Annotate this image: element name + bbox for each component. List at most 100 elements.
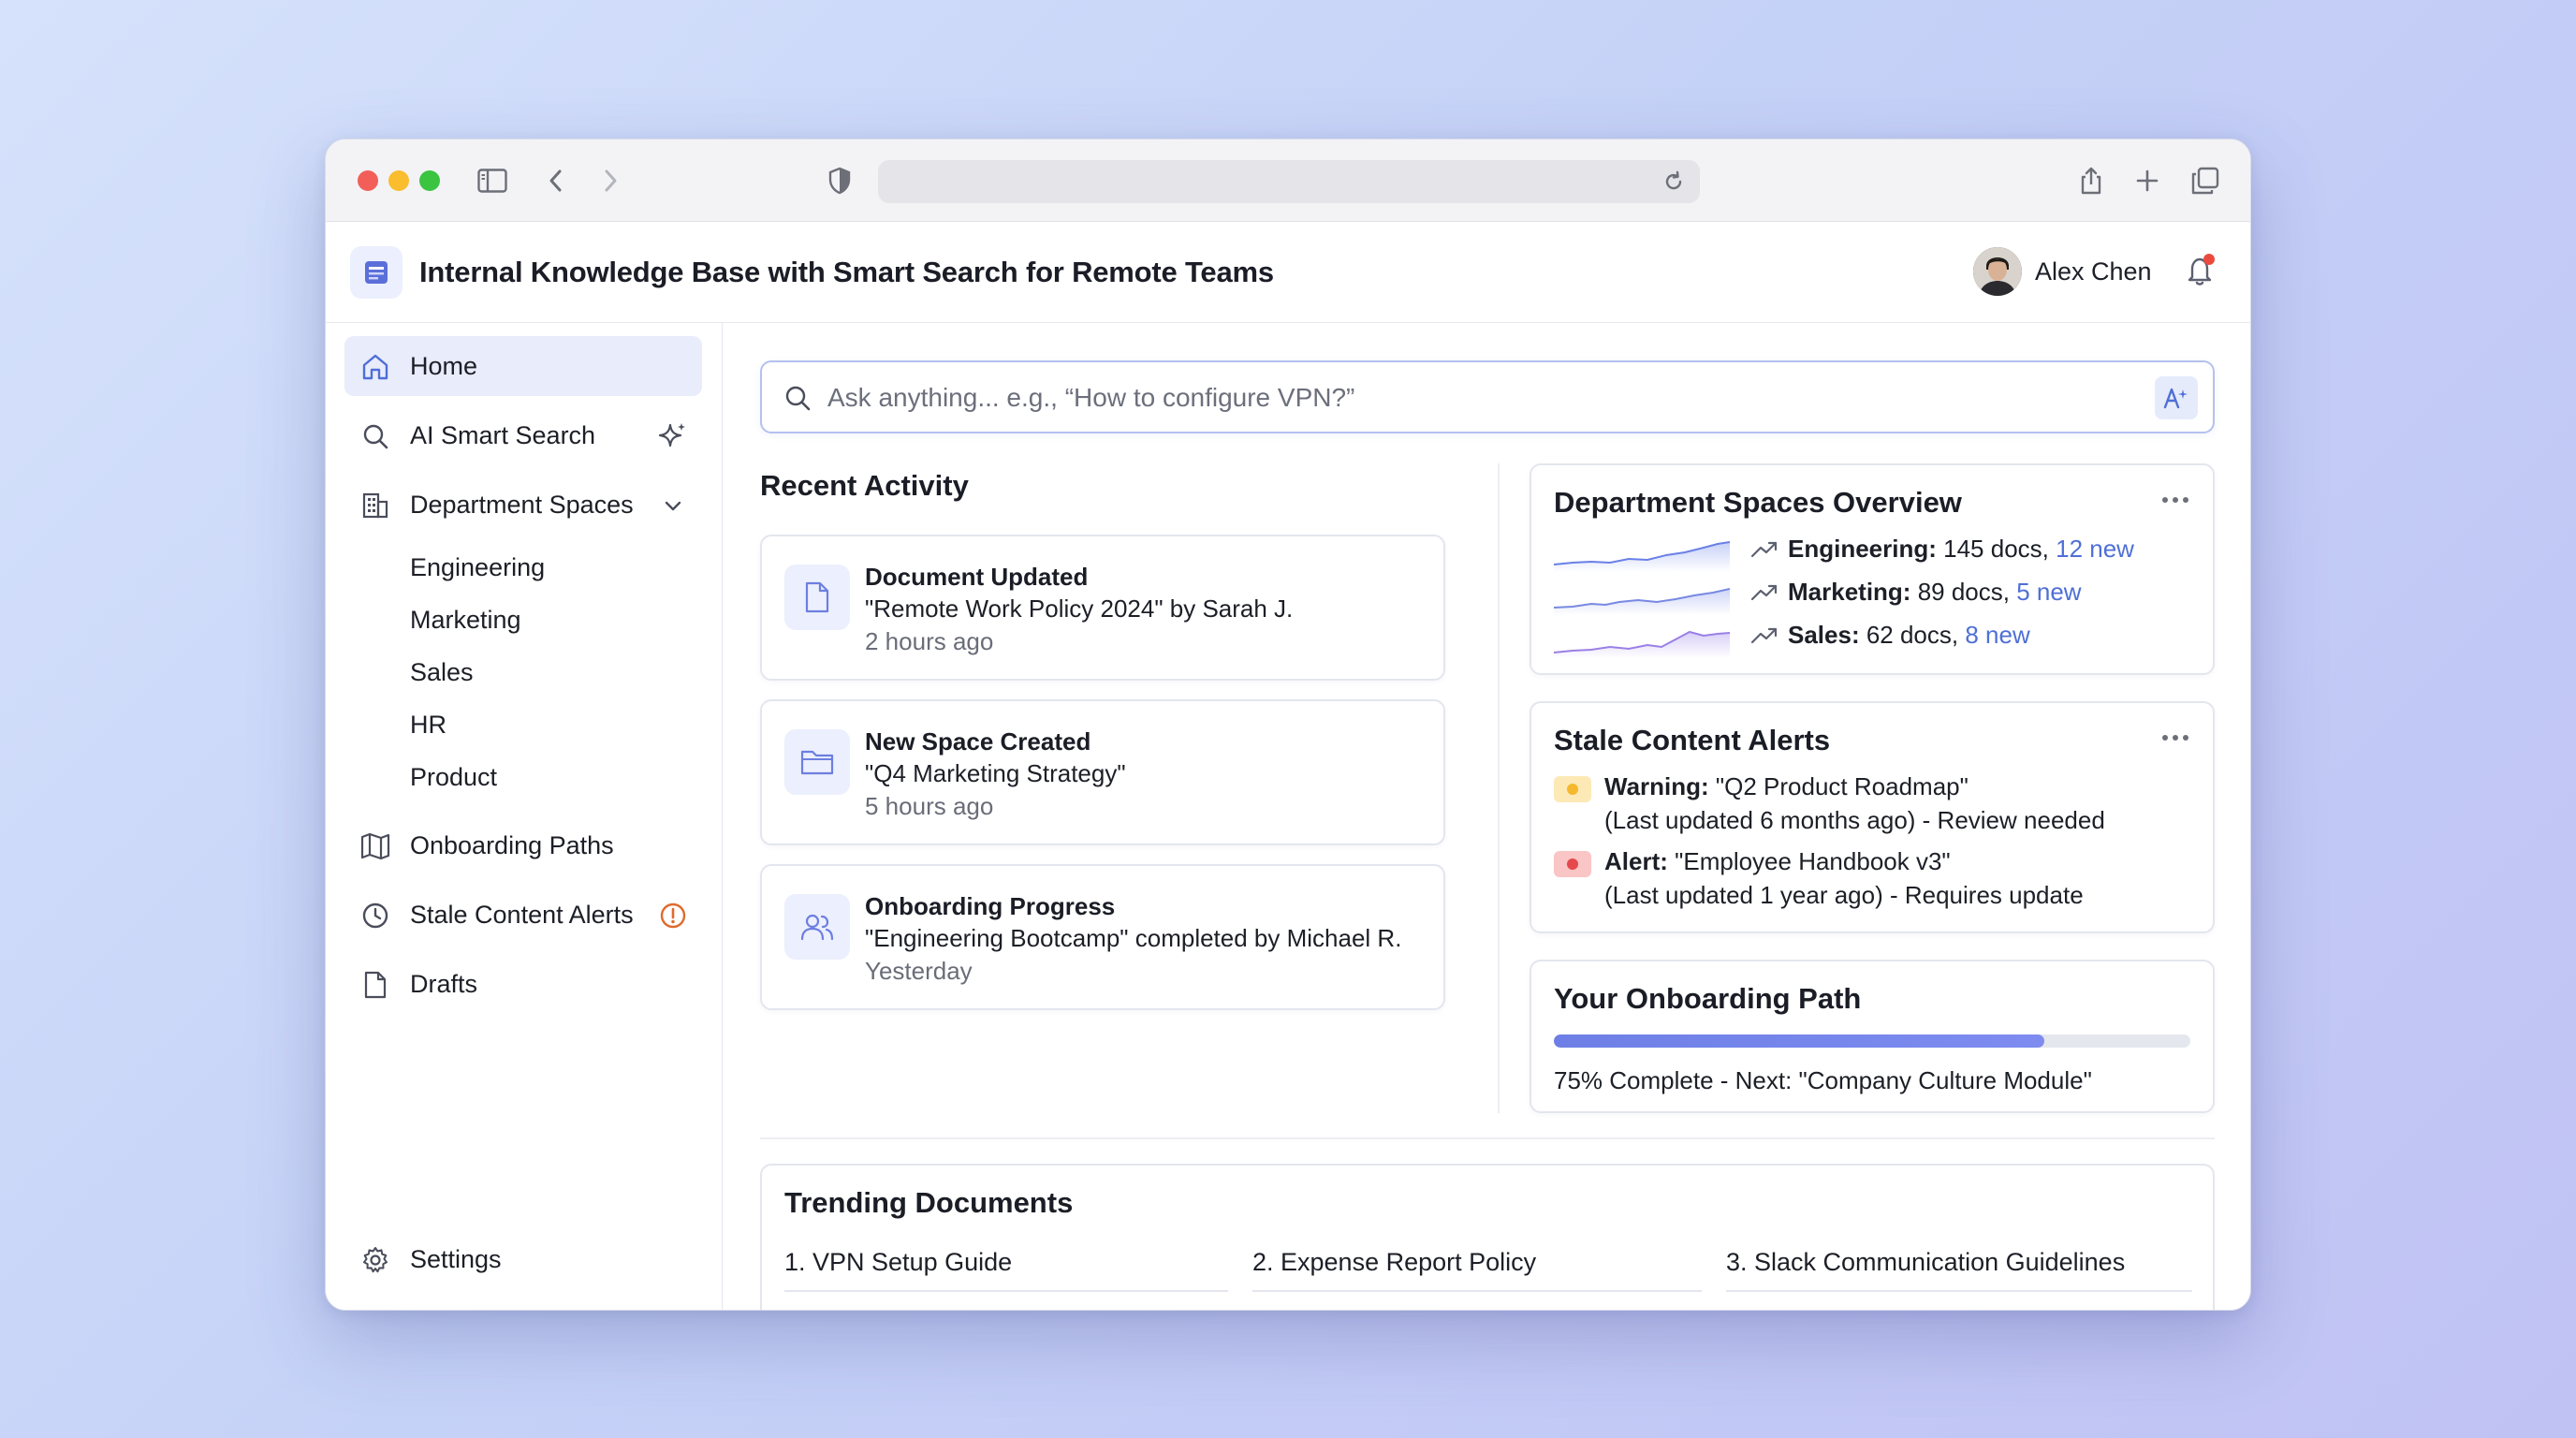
sidebar-item-label: Settings: [410, 1244, 502, 1273]
reload-icon[interactable]: [1657, 165, 1690, 198]
activity-time: 2 hours ago: [865, 627, 994, 655]
department-overview-panel: Department Spaces Overview Engineering: …: [1530, 463, 2215, 675]
search-icon: [781, 381, 814, 415]
dept-new-count[interactable]: 12 new: [2056, 535, 2134, 564]
sidebar-item-drafts[interactable]: Drafts: [344, 954, 702, 1014]
trending-up-icon: [1749, 622, 1780, 650]
activity-card[interactable]: Onboarding Progress "Engineering Bootcam…: [760, 864, 1445, 1010]
sidebar-item-home[interactable]: Home: [344, 336, 702, 396]
minimize-window-button[interactable]: [388, 170, 409, 191]
dept-doc-count: 89 docs,: [1910, 578, 2017, 606]
alert-badge: [1554, 851, 1591, 877]
dept-new-count[interactable]: 8 new: [1965, 621, 2029, 650]
sidebar-subitem-hr[interactable]: HR: [410, 711, 446, 740]
panel-title: Department Spaces Overview: [1554, 486, 1962, 519]
trending-documents-panel: Trending Documents 1. VPN Setup Guide 2.…: [760, 1164, 2215, 1310]
dept-row-sales[interactable]: Sales: 62 docs, 8 new: [1749, 621, 2030, 650]
activity-card[interactable]: New Space Created "Q4 Marketing Strategy…: [760, 699, 1445, 845]
dept-new-count[interactable]: 5 new: [2016, 578, 2081, 607]
forward-icon[interactable]: [593, 164, 627, 198]
recent-activity-title: Recent Activity: [760, 469, 969, 502]
home-icon: [359, 351, 391, 383]
alert-doc: "Employee Handbook v3": [1667, 847, 1951, 875]
alert-kind: Warning:: [1604, 772, 1709, 800]
sidebar-item-onboarding-paths[interactable]: Onboarding Paths: [344, 815, 702, 875]
activity-title: New Space Created: [865, 727, 1091, 756]
trending-up-icon: [1749, 536, 1780, 564]
activity-description: "Engineering Bootcamp" completed by Mich…: [865, 924, 1402, 952]
ai-assist-button[interactable]: [2155, 376, 2198, 419]
dept-row-engineering[interactable]: Engineering: 145 docs, 12 new: [1749, 535, 2134, 564]
alert-detail: (Last updated 6 months ago) - Review nee…: [1604, 806, 2105, 834]
dept-doc-count: 145 docs,: [1936, 535, 2056, 563]
trending-doc-item[interactable]: 1. VPN Setup Guide: [784, 1248, 1228, 1292]
sales-sparkline: [1554, 630, 1730, 658]
activity-description: "Q4 Marketing Strategy": [865, 759, 1126, 787]
activity-card[interactable]: Document Updated "Remote Work Policy 202…: [760, 535, 1445, 681]
trending-doc-item[interactable]: 2. Expense Report Policy: [1252, 1248, 1702, 1292]
chevron-down-icon[interactable]: [657, 490, 689, 521]
smart-search-box[interactable]: [760, 360, 2215, 433]
more-options-icon[interactable]: [2157, 724, 2194, 752]
trending-doc-item[interactable]: 3. Slack Communication Guidelines: [1726, 1248, 2192, 1292]
tab-overview-icon[interactable]: [2188, 164, 2222, 198]
app-header: Internal Knowledge Base with Smart Searc…: [326, 222, 2250, 323]
sidebar-subitem-engineering[interactable]: Engineering: [410, 553, 545, 582]
sidebar-item-label: Onboarding Paths: [410, 830, 614, 859]
sidebar-toggle-icon[interactable]: [476, 164, 509, 198]
sidebar-item-label: Stale Content Alerts: [410, 900, 634, 929]
panel-title: Trending Documents: [784, 1186, 1074, 1219]
new-tab-icon[interactable]: [2130, 164, 2164, 198]
dept-name: Marketing:: [1788, 578, 1911, 606]
dept-name: Sales:: [1788, 621, 1860, 649]
sidebar-item-ai-search[interactable]: AI Smart Search: [344, 405, 702, 465]
app-logo-icon[interactable]: [350, 246, 402, 299]
sidebar-item-stale-alerts[interactable]: Stale Content Alerts: [344, 885, 702, 945]
section-divider: [760, 1137, 2215, 1139]
document-icon: [359, 969, 391, 1001]
close-window-button[interactable]: [358, 170, 378, 191]
sidebar-item-label: Department Spaces: [410, 490, 634, 519]
users-icon: [784, 894, 850, 960]
user-name[interactable]: Alex Chen: [2035, 257, 2152, 286]
marketing-sparkline: [1554, 588, 1730, 615]
browser-window: Internal Knowledge Base with Smart Searc…: [325, 139, 2251, 1311]
search-input[interactable]: [827, 375, 2119, 420]
sparkles-icon: [657, 420, 689, 452]
panel-title: Stale Content Alerts: [1554, 724, 1831, 756]
app-title: Internal Knowledge Base with Smart Searc…: [419, 256, 1274, 288]
activity-time: Yesterday: [865, 957, 973, 985]
sidebar-item-label: Drafts: [410, 969, 478, 998]
sidebar: Home AI Smart Search Department Spaces E…: [326, 323, 723, 1310]
activity-title: Onboarding Progress: [865, 892, 1116, 920]
user-avatar[interactable]: [1973, 247, 2022, 296]
trending-up-icon: [1749, 579, 1780, 607]
dept-name: Engineering:: [1788, 535, 1937, 563]
sidebar-item-settings[interactable]: Settings: [344, 1229, 702, 1289]
sidebar-subitem-marketing[interactable]: Marketing: [410, 606, 521, 635]
sidebar-item-department-spaces[interactable]: Department Spaces: [344, 475, 702, 535]
document-icon: [784, 565, 850, 630]
onboarding-path-panel[interactable]: Your Onboarding Path 75% Complete - Next…: [1530, 960, 2215, 1113]
sidebar-subitem-sales[interactable]: Sales: [410, 658, 474, 687]
shield-icon[interactable]: [823, 164, 856, 198]
address-bar[interactable]: [878, 160, 1700, 203]
activity-description: "Remote Work Policy 2024" by Sarah J.: [865, 594, 1294, 623]
stale-alerts-panel: Stale Content Alerts Warning: "Q2 Produc…: [1530, 701, 2215, 933]
dept-row-marketing[interactable]: Marketing: 89 docs, 5 new: [1749, 578, 2082, 607]
alert-circle-icon: [657, 900, 689, 932]
sidebar-item-label: Home: [410, 351, 478, 380]
notifications-bell-icon[interactable]: [2177, 248, 2222, 293]
back-icon[interactable]: [539, 164, 573, 198]
onboarding-progress-bar: [1554, 1034, 2190, 1048]
browser-toolbar: [326, 139, 2250, 222]
building-icon: [359, 490, 391, 521]
sidebar-item-label: AI Smart Search: [410, 420, 596, 449]
gear-icon: [359, 1244, 391, 1276]
sidebar-subitem-product[interactable]: Product: [410, 763, 497, 792]
engineering-sparkline: [1554, 541, 1730, 572]
onboarding-progress-fill: [1554, 1034, 2044, 1048]
more-options-icon[interactable]: [2157, 486, 2194, 514]
share-icon[interactable]: [2074, 164, 2108, 198]
maximize-window-button[interactable]: [419, 170, 440, 191]
